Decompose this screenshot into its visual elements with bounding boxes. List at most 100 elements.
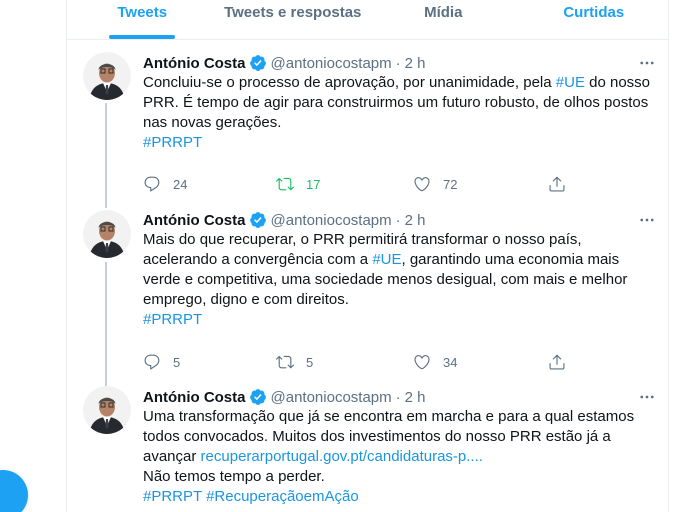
tweet-text-line: verde e competitiva, uma sociedade menos…	[143, 271, 628, 288]
avatar-photo	[83, 52, 131, 100]
tweet-header: António Costa @antoniocostapm · 2 h	[143, 210, 657, 230]
like-button[interactable]: 72	[413, 175, 457, 193]
thread-connector	[105, 262, 107, 378]
avatar[interactable]	[83, 386, 131, 434]
share-icon	[549, 354, 565, 370]
author-handle[interactable]: @antoniocostapm	[271, 55, 392, 72]
more-options-icon[interactable]	[637, 387, 657, 407]
thread-connector	[105, 103, 107, 200]
tweet-time[interactable]: 2 h	[405, 389, 426, 406]
tweet-body: António Costa @antoniocostapm · 2 h Conc…	[143, 53, 657, 192]
tab-likes[interactable]: Curtidas	[519, 0, 670, 39]
tweet-body: António Costa @antoniocostapm · 2 h Uma …	[143, 387, 657, 507]
verified-badge-icon	[249, 388, 267, 406]
tab-tweets-and-replies[interactable]: Tweets e respostas	[218, 0, 369, 39]
reply-count: 5	[173, 354, 181, 370]
tweet-text-line: #PRRPT	[143, 310, 657, 330]
tweet-text-line: Mais do que recuperar, o PRR permitirá t…	[143, 231, 582, 248]
avatar-photo	[83, 386, 131, 434]
reply-count: 24	[173, 176, 188, 192]
avatar[interactable]	[83, 52, 131, 100]
hashtag-link[interactable]: #UE	[372, 251, 401, 268]
tab-media-label: Mídia	[424, 4, 463, 21]
hashtag-link[interactable]: #UE	[556, 74, 585, 91]
retweet-icon	[276, 355, 294, 369]
text-segment: acelerando a convergência com a	[143, 251, 373, 268]
profile-timeline: Tweets Tweets e respostas Mídia Curtidas	[66, 0, 669, 512]
avatar[interactable]	[83, 210, 131, 258]
tweet-text-line: avançar recuperarportugal.gov.pt/candida…	[143, 447, 657, 467]
verified-badge-icon	[249, 211, 267, 229]
tweet-text-line: Concluiu-se o processo de aprovação, por…	[143, 73, 657, 93]
reply-icon	[144, 354, 160, 370]
active-tab-indicator	[109, 35, 176, 39]
retweet-button[interactable]: 17	[276, 175, 320, 193]
tweet-text-line: todos convocados. Muitos dos investiment…	[143, 428, 611, 445]
retweet-count: 5	[306, 354, 314, 370]
retweet-button[interactable]: 5	[276, 353, 313, 371]
tweet-text-line: Uma transformação que já se encontra em …	[143, 408, 635, 425]
tweet-text-line: nas novas gerações.	[143, 114, 282, 131]
tab-tweets-label: Tweets	[117, 4, 168, 21]
share-button[interactable]	[548, 175, 578, 193]
tweet[interactable]: António Costa @antoniocostapm · 2 h Uma …	[67, 378, 669, 512]
more-options-icon[interactable]	[637, 53, 657, 73]
avatar-photo	[83, 210, 131, 258]
tweet-text-line: acelerando a convergência com a #UE, gar…	[143, 250, 657, 270]
tweet-text-line: #PRRPT	[143, 133, 657, 153]
text-segment: do nosso	[584, 74, 650, 91]
tweet-text-line: Não temos tempo a perder.	[143, 468, 325, 485]
reply-button[interactable]: 5	[143, 353, 180, 371]
tweet-text-line: #PRRPT #RecuperaçãoemAção	[143, 487, 657, 507]
tweet-time[interactable]: 2 h	[405, 212, 426, 229]
tweet-text-line: PRR. É tempo de agir para construirmos u…	[143, 94, 649, 111]
left-gutter	[0, 0, 66, 512]
author-name[interactable]: António Costa	[143, 389, 246, 406]
like-button[interactable]: 34	[413, 353, 457, 371]
reply-icon	[144, 176, 160, 192]
thread-connector	[105, 200, 107, 208]
thread-connector	[105, 378, 107, 386]
tweet-text: Concluiu-se o processo de aprovação, por…	[143, 73, 657, 153]
tweet-body: António Costa @antoniocostapm · 2 h Mais…	[143, 210, 657, 370]
retweet-count: 17	[306, 176, 321, 192]
more-options-icon[interactable]	[637, 210, 657, 230]
text-segment: , garantindo uma economia mais	[401, 251, 620, 268]
tweet[interactable]: António Costa @antoniocostapm · 2 h Conc…	[67, 41, 669, 200]
url-link[interactable]: recuperarportugal.gov.pt/candidaturas-p.…	[201, 448, 483, 465]
tweet-header: António Costa @antoniocostapm · 2 h	[143, 53, 657, 73]
retweet-icon	[276, 177, 294, 191]
like-count: 72	[443, 176, 458, 192]
tweet-text: Mais do que recuperar, o PRR permitirá t…	[143, 230, 657, 330]
reply-button[interactable]: 24	[143, 175, 187, 193]
tweet-text-line: emprego, digno e com direitos.	[143, 291, 349, 308]
text-segment: Concluiu-se o processo de aprovação, por…	[143, 74, 556, 91]
tab-media[interactable]: Mídia	[368, 0, 519, 39]
compose-tweet-button[interactable]	[0, 470, 28, 512]
tab-tweets-and-replies-label: Tweets e respostas	[224, 4, 362, 21]
author-handle[interactable]: @antoniocostapm	[271, 212, 392, 229]
hashtag-link[interactable]: #PRRPT #RecuperaçãoemAção	[143, 488, 359, 505]
text-segment: avançar	[143, 448, 201, 465]
separator-dot: ·	[395, 54, 401, 72]
author-handle[interactable]: @antoniocostapm	[271, 389, 392, 406]
tweet[interactable]: António Costa @antoniocostapm · 2 h Mais…	[67, 200, 669, 378]
hashtag-link[interactable]: #PRRPT	[143, 134, 202, 151]
verified-badge-icon	[249, 54, 267, 72]
like-count: 34	[443, 354, 458, 370]
author-name[interactable]: António Costa	[143, 55, 246, 72]
share-icon	[549, 176, 565, 192]
profile-tabs: Tweets Tweets e respostas Mídia Curtidas	[67, 0, 669, 40]
heart-icon	[414, 177, 430, 192]
tab-tweets[interactable]: Tweets	[67, 0, 218, 39]
tweet-header: António Costa @antoniocostapm · 2 h	[143, 387, 657, 407]
separator-dot: ·	[395, 388, 401, 406]
share-button[interactable]	[548, 353, 578, 371]
separator-dot: ·	[395, 211, 401, 229]
hashtag-link[interactable]: #PRRPT	[143, 311, 202, 328]
author-name[interactable]: António Costa	[143, 212, 246, 229]
tab-likes-label: Curtidas	[563, 4, 625, 21]
tweet-text: Uma transformação que já se encontra em …	[143, 407, 657, 507]
heart-icon	[414, 355, 430, 370]
tweet-time[interactable]: 2 h	[405, 55, 426, 72]
